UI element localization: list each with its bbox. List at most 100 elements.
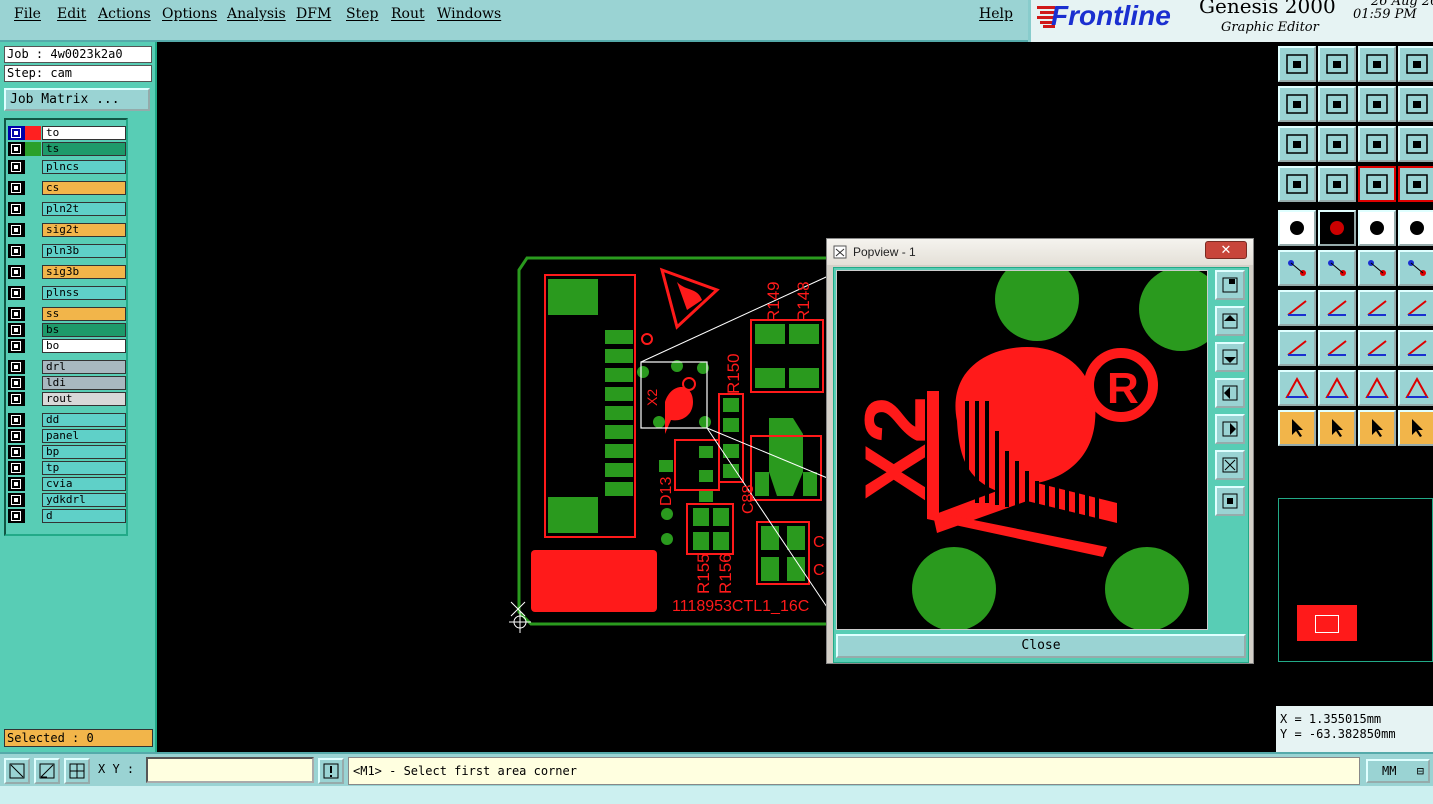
overview-map[interactable] xyxy=(1278,498,1433,662)
menu-help[interactable]: Help xyxy=(979,6,1013,22)
layer-checkbox[interactable] xyxy=(11,325,21,335)
snap-icon[interactable] xyxy=(1278,166,1316,202)
layer-row-pln3b[interactable]: pln3b xyxy=(8,244,126,258)
add-arrow-icon[interactable] xyxy=(1398,250,1433,286)
draw-segment-icon[interactable] xyxy=(1318,290,1356,326)
step-icon-icon[interactable] xyxy=(1398,86,1433,122)
layer-checkbox[interactable] xyxy=(11,225,21,235)
layer-name[interactable]: bs xyxy=(42,323,126,337)
layer-name[interactable]: plnss xyxy=(42,286,126,300)
layer-name[interactable]: ldi xyxy=(42,376,126,390)
layer-name[interactable]: ss xyxy=(42,307,126,321)
layer-row-sig2t[interactable]: sig2t xyxy=(8,223,126,237)
layer-checkbox[interactable] xyxy=(11,511,21,521)
zoom-down-icon[interactable] xyxy=(1318,46,1356,82)
undo-arc-icon[interactable] xyxy=(1358,290,1396,326)
select-area-icon[interactable] xyxy=(4,758,30,784)
popview-close-button[interactable]: Close xyxy=(836,634,1246,658)
layer-name[interactable]: panel xyxy=(42,429,126,443)
layer-name[interactable]: rout xyxy=(42,392,126,406)
layer-checkbox[interactable] xyxy=(11,463,21,473)
pan-right-icon[interactable] xyxy=(1318,86,1356,122)
delete-icon[interactable] xyxy=(1318,250,1356,286)
add-line-icon[interactable] xyxy=(1358,250,1396,286)
menu-analysis[interactable]: Analysis xyxy=(227,6,286,22)
layer-name[interactable]: ydkdrl xyxy=(42,493,126,507)
layer-checkbox[interactable] xyxy=(11,431,21,441)
pointer-icon[interactable] xyxy=(1278,410,1316,446)
layer-row-drl[interactable]: drl xyxy=(8,360,126,374)
layer-checkbox[interactable] xyxy=(11,288,21,298)
layer-name[interactable]: pln3b xyxy=(42,244,126,258)
menu-rout[interactable]: Rout xyxy=(391,6,425,22)
layer-checkbox[interactable] xyxy=(11,162,21,172)
layer-checkbox[interactable] xyxy=(11,362,21,372)
popview-close-x-button[interactable]: ✕ xyxy=(1205,241,1247,259)
circle-icon[interactable] xyxy=(1398,210,1433,246)
layer-checkbox[interactable] xyxy=(11,378,21,388)
menu-edit[interactable]: Edit xyxy=(57,6,86,22)
popview-pan-down-button[interactable] xyxy=(1215,342,1245,372)
layer-checkbox[interactable] xyxy=(11,267,21,277)
connect-points-icon[interactable] xyxy=(1278,250,1316,286)
pan-left-icon[interactable] xyxy=(1278,86,1316,122)
layer-row-ydkdrl[interactable]: ydkdrl xyxy=(8,493,126,507)
center-line-icon[interactable] xyxy=(1318,330,1356,366)
layer-tool2-icon[interactable] xyxy=(1398,166,1433,202)
layer-row-ss[interactable]: ss xyxy=(8,307,126,321)
menu-actions[interactable]: Actions xyxy=(98,6,151,22)
layer-name[interactable]: plncs xyxy=(42,160,126,174)
menu-step[interactable]: Step xyxy=(346,6,378,22)
layer-checkbox[interactable] xyxy=(11,246,21,256)
menu-dfm[interactable]: DFM xyxy=(296,6,331,22)
layer-checkbox[interactable] xyxy=(11,479,21,489)
exclamation-icon[interactable] xyxy=(318,758,344,784)
layer-row-to[interactable]: to xyxy=(8,126,126,140)
zoom-center-icon[interactable] xyxy=(1318,126,1356,162)
ruler-icon[interactable] xyxy=(1358,210,1396,246)
layer-name[interactable]: cs xyxy=(42,181,126,195)
scale-1-2-icon[interactable] xyxy=(1358,126,1396,162)
layer-name[interactable]: tp xyxy=(42,461,126,475)
menu-file[interactable]: File xyxy=(14,6,41,22)
layer-name[interactable]: drl xyxy=(42,360,126,374)
layer-checkbox[interactable] xyxy=(11,495,21,505)
layer-checkbox[interactable] xyxy=(11,128,21,138)
popview-canvas[interactable]: R X2 xyxy=(836,270,1208,630)
layer-checkbox[interactable] xyxy=(11,447,21,457)
split-icon[interactable] xyxy=(1398,46,1433,82)
layer-name[interactable]: cvia xyxy=(42,477,126,491)
pointer-circle-icon[interactable] xyxy=(1358,410,1396,446)
layer-row-cvia[interactable]: cvia xyxy=(8,477,126,491)
layer-tool-icon[interactable] xyxy=(1358,166,1396,202)
menu-options[interactable]: Options xyxy=(162,6,217,22)
move-node-icon[interactable] xyxy=(1278,330,1316,366)
triangle-a-icon[interactable] xyxy=(1358,370,1396,406)
measure-between-icon[interactable] xyxy=(1358,330,1396,366)
home-icon[interactable] xyxy=(1358,46,1396,82)
copy-icon[interactable] xyxy=(1398,330,1433,366)
measure-icon[interactable] xyxy=(34,758,60,784)
layer-name[interactable]: pln2t xyxy=(42,202,126,216)
layer-name[interactable]: sig3b xyxy=(42,265,126,279)
layer-row-bs[interactable]: bs xyxy=(8,323,126,337)
layer-checkbox[interactable] xyxy=(11,183,21,193)
units-select[interactable]: MM ⊟ xyxy=(1366,759,1430,783)
angle-icon[interactable] xyxy=(1278,290,1316,326)
popview-pan-up-button[interactable] xyxy=(1215,306,1245,336)
layer-row-ldi[interactable]: ldi xyxy=(8,376,126,390)
overview-viewport[interactable] xyxy=(1315,615,1339,633)
grid-icon[interactable] xyxy=(64,758,90,784)
layer-row-bp[interactable]: bp xyxy=(8,445,126,459)
popview-pan-left-button[interactable] xyxy=(1215,378,1245,408)
layer-name[interactable]: d xyxy=(42,509,126,523)
layer-row-plncs[interactable]: plncs xyxy=(8,160,126,174)
layer-row-plnss[interactable]: plnss xyxy=(8,286,126,300)
triangle-b-icon[interactable] xyxy=(1398,370,1433,406)
layer-row-dd[interactable]: dd xyxy=(8,413,126,427)
help-icon[interactable] xyxy=(1398,126,1433,162)
layer-row-cs[interactable]: cs xyxy=(8,181,126,195)
popview-zoom-out-button[interactable] xyxy=(1215,450,1245,480)
layer-row-ts[interactable]: ts xyxy=(8,142,126,156)
xy-input[interactable] xyxy=(146,757,314,783)
